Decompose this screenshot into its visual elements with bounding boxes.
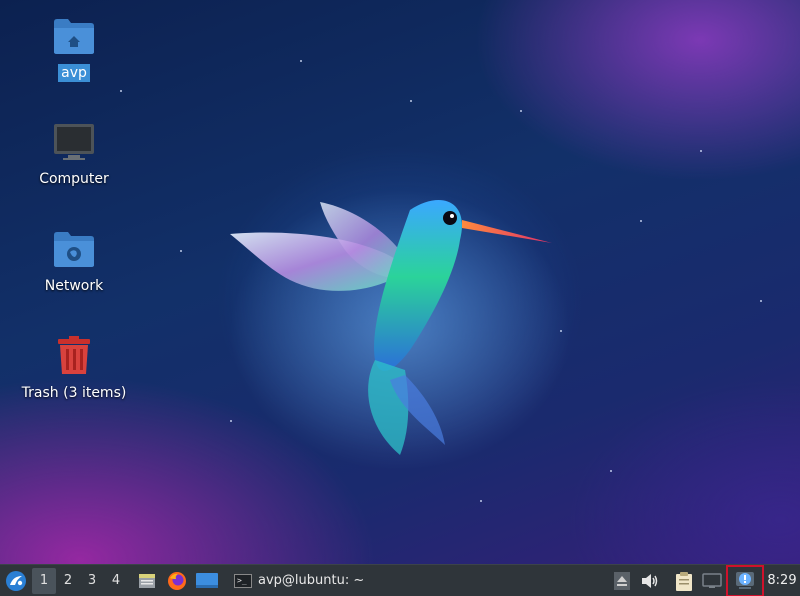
task-label: avp@lubuntu: ~ bbox=[258, 573, 365, 588]
desktop-icon-label: Trash (3 items) bbox=[21, 385, 127, 401]
show-desktop-button[interactable] bbox=[192, 565, 222, 596]
workspace-1-button[interactable]: 1 bbox=[32, 567, 56, 594]
volume-button[interactable] bbox=[636, 565, 664, 596]
hummingbird-wallpaper-art bbox=[230, 190, 570, 470]
clipboard-icon bbox=[676, 571, 692, 591]
network-folder-icon bbox=[52, 229, 96, 273]
update-notifier-icon bbox=[736, 571, 754, 589]
desktop-icon-label: Computer bbox=[39, 171, 109, 187]
taskbar-task-terminal[interactable]: >_ avp@lubuntu: ~ bbox=[230, 567, 480, 595]
workspace-3-button[interactable]: 3 bbox=[80, 565, 104, 596]
trash-icon bbox=[52, 336, 96, 380]
file-manager-icon bbox=[139, 573, 155, 588]
network-monitor-icon bbox=[702, 572, 722, 588]
update-notifier-button[interactable] bbox=[726, 564, 764, 596]
terminal-icon: >_ bbox=[234, 573, 252, 588]
taskbar: 1 2 3 4 >_ avp@lubuntu: ~ 8:29 bbox=[0, 564, 800, 596]
eject-icon bbox=[614, 571, 630, 590]
start-menu-button[interactable] bbox=[0, 565, 32, 596]
clock[interactable]: 8:29 bbox=[764, 573, 800, 588]
network-monitor-button[interactable] bbox=[698, 565, 726, 596]
computer-icon bbox=[52, 122, 96, 166]
desktop-icon-home[interactable]: avp bbox=[19, 16, 129, 82]
workspace-4-button[interactable]: 4 bbox=[104, 565, 128, 596]
clipboard-button[interactable] bbox=[670, 565, 698, 596]
lubuntu-logo-icon bbox=[6, 570, 26, 591]
desktop-icon-network[interactable]: Network bbox=[19, 229, 129, 295]
workspace-2-button[interactable]: 2 bbox=[56, 565, 80, 596]
desktop-icon-label: Network bbox=[44, 278, 104, 294]
desktop-icon-trash[interactable]: Trash (3 items) bbox=[19, 336, 129, 402]
show-desktop-icon bbox=[196, 572, 218, 588]
file-manager-launcher[interactable] bbox=[132, 565, 162, 596]
home-folder-icon bbox=[52, 16, 96, 60]
firefox-icon bbox=[168, 571, 186, 590]
desktop-icon-computer[interactable]: Computer bbox=[19, 122, 129, 188]
eject-button[interactable] bbox=[608, 565, 636, 596]
firefox-launcher[interactable] bbox=[162, 565, 192, 596]
desktop-icon-label: avp bbox=[58, 64, 90, 82]
volume-icon bbox=[642, 573, 658, 588]
